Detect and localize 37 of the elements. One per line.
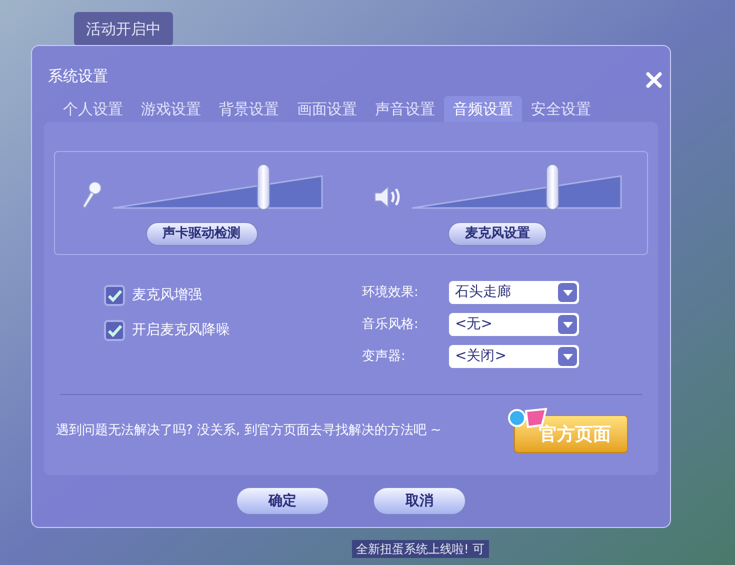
close-icon[interactable] [644,70,664,90]
volume-slider[interactable] [410,164,622,210]
settings-tab[interactable]: 个人设置 [54,96,132,122]
caret-icon [558,347,577,366]
caret-icon [558,283,577,302]
help-text: 遇到问题无法解决了吗? 没关系, 到官方页面去寻找解决的方法吧 ~ [55,422,442,440]
dropdown[interactable]: <关闭> [449,345,579,368]
checkbox-label: 开启麦克风降噪 [132,321,230,340]
checkmark-icon [108,290,122,302]
settings-tab[interactable]: 音频设置 [444,96,522,122]
caret-icon [558,315,577,334]
volume-slider[interactable] [112,164,324,210]
checkbox-label: 麦克风增强 [132,286,202,305]
pill-button[interactable]: 麦克风设置 [448,222,547,246]
pill-button[interactable]: 声卡驱动检测 [146,222,258,246]
slider-thumb[interactable] [257,164,270,210]
checkbox[interactable] [104,320,125,341]
settings-tab[interactable]: 声音设置 [366,96,444,122]
settings-tab[interactable]: 安全设置 [522,96,600,122]
settings-tab[interactable]: 画面设置 [288,96,366,122]
checkbox[interactable] [104,285,125,306]
settings-tab[interactable]: 背景设置 [210,96,288,122]
microphone-icon [80,180,104,210]
dropdown-label: 音乐风格: [362,316,420,334]
window-title: 系统设置 [47,66,109,87]
checkmark-icon [108,324,122,336]
settings-tab[interactable]: 游戏设置 [132,96,210,122]
dropdown[interactable]: <无> [449,313,579,336]
event-button[interactable]: 活动开启中 [74,12,173,46]
dropdown-label: 变声器: [362,348,406,366]
dialog-button[interactable]: 确定 [236,487,329,515]
notice-text: 全新扭蛋系统上线啦! 可 [352,540,489,558]
dropdown[interactable]: 石头走廊 [449,281,579,304]
dropdown-label: 环境效果: [362,284,420,302]
dialog-button[interactable]: 取消 [373,487,466,515]
slider-thumb[interactable] [546,164,559,210]
speaker-icon [372,184,402,210]
